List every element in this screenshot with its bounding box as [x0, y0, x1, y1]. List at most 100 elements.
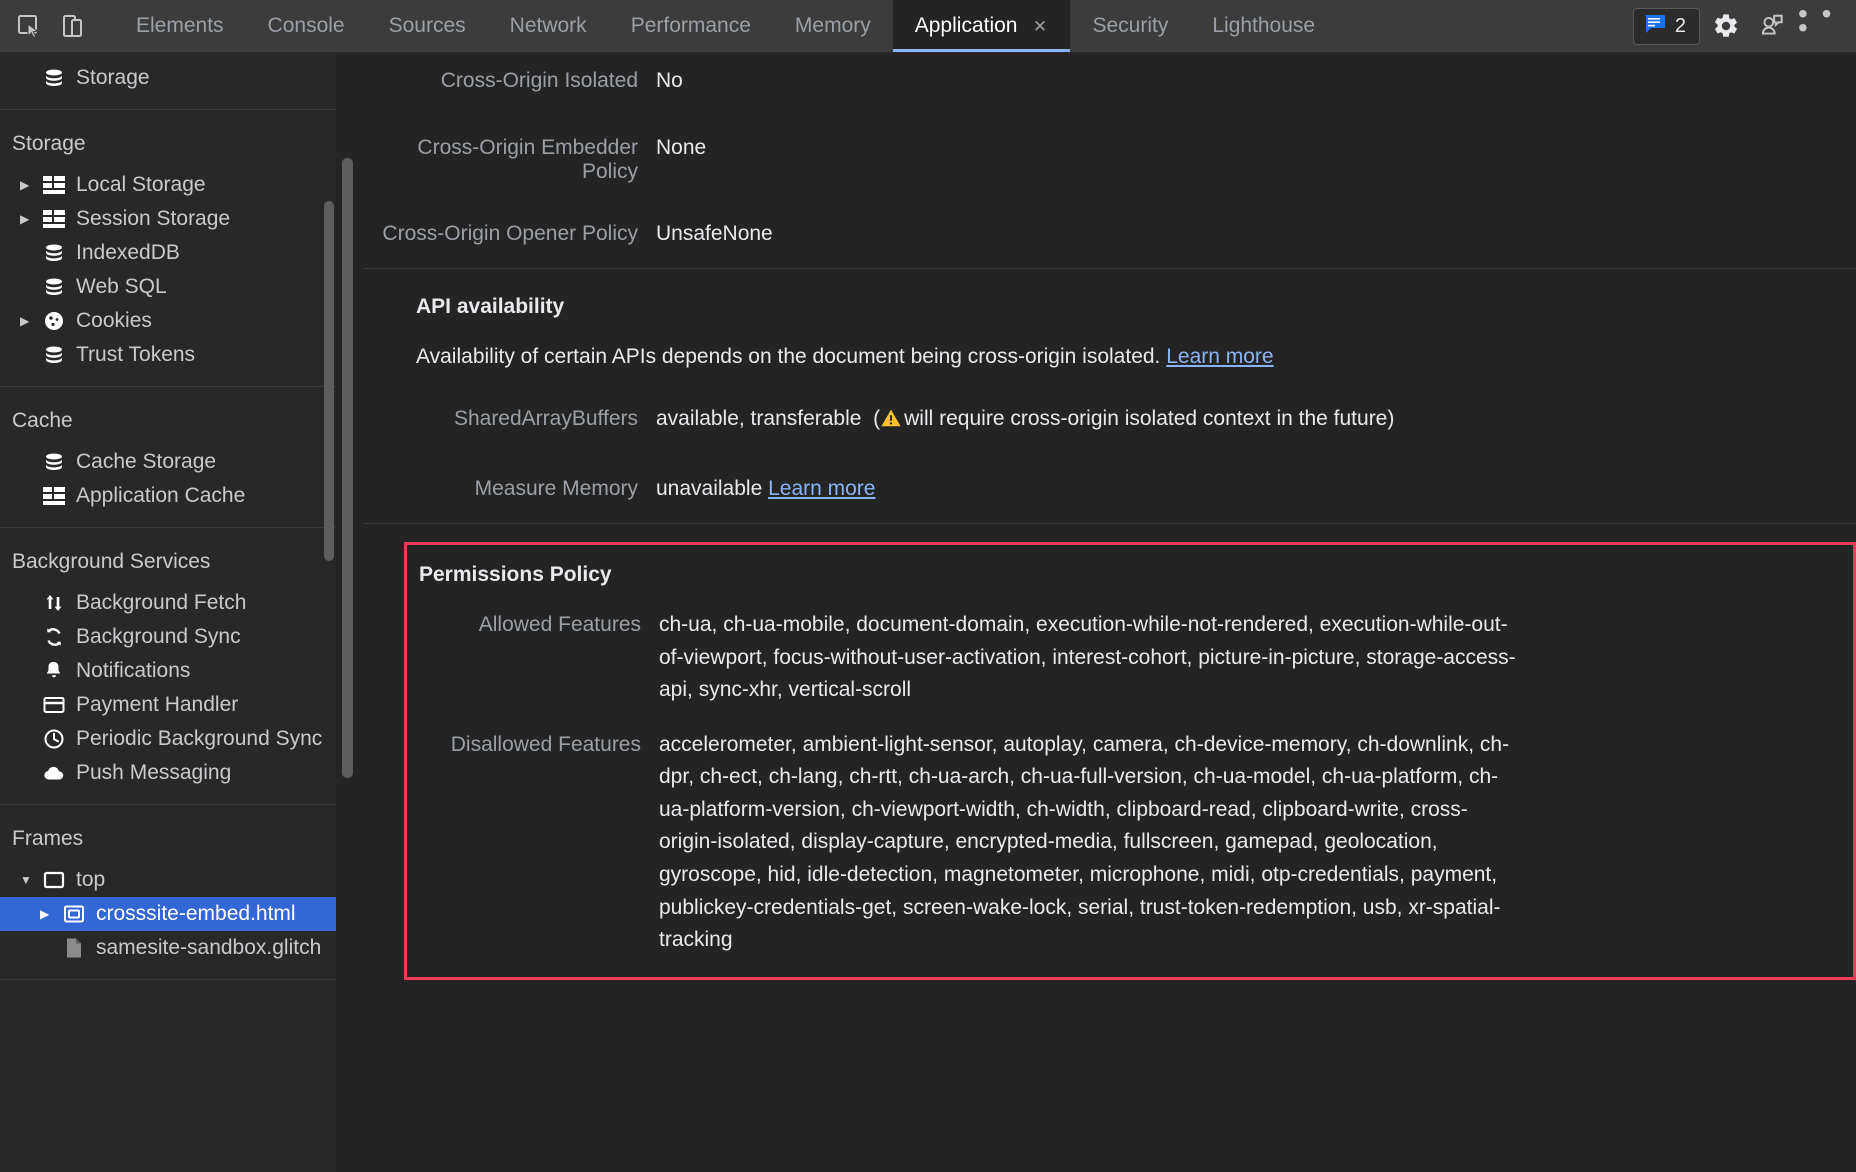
row-value: No	[656, 69, 683, 92]
gear-icon[interactable]	[1706, 6, 1746, 46]
expand-arrow-icon[interactable]: ▶	[20, 178, 40, 192]
updown-arrows-icon	[40, 592, 68, 614]
learn-more-link[interactable]: Learn more	[768, 477, 875, 500]
main-scrollbar[interactable]	[342, 158, 353, 778]
sidebar-section-storage: Storage ▶ Local Storage ▶ Session Storag…	[0, 110, 336, 387]
api-availability-section: API availability Availability of certain…	[364, 269, 1856, 525]
sidebar-item-label: Push Messaging	[76, 761, 232, 784]
sidebar-scrollbar[interactable]	[324, 201, 334, 561]
permissions-policy-highlight-box: Permissions Policy Allowed Features ch-u…	[404, 542, 1856, 980]
row-value: None	[656, 135, 707, 159]
panel-tabs: Elements Console Sources Network Perform…	[114, 0, 1337, 52]
inspect-element-icon[interactable]	[14, 11, 44, 41]
permissions-policy-section: Permissions Policy Allowed Features ch-u…	[364, 542, 1856, 980]
sidebar-item-label: Storage	[76, 66, 150, 89]
row-label: Cross-Origin Isolated	[440, 69, 638, 92]
sidebar-item-application-cache[interactable]: ▶ Application Cache	[0, 479, 336, 513]
tab-label: Memory	[794, 14, 871, 37]
frame-details-content: Cross-Origin Isolated No Cross-Origin Em…	[364, 53, 1856, 1172]
sidebar-item-frame-top[interactable]: ▼ top	[0, 863, 336, 897]
tab-label: Lighthouse	[1212, 14, 1316, 37]
sidebar-item-label: Trust Tokens	[76, 343, 196, 366]
main-scroll-gutter	[336, 53, 364, 1172]
sidebar-item-cache-storage[interactable]: ▶ Cache Storage	[0, 445, 336, 479]
tab-elements[interactable]: Elements	[114, 0, 246, 52]
more-options-icon[interactable]	[1752, 6, 1792, 46]
frame-icon	[40, 869, 68, 891]
sidebar-section-title: Storage	[12, 132, 86, 155]
section-heading: Permissions Policy	[419, 563, 612, 587]
sidebar-item-storage-top[interactable]: ▶ Storage	[0, 61, 336, 95]
sidebar-item-payment-handler[interactable]: ▶ Payment Handler	[0, 688, 336, 722]
sidebar-item-label: Background Sync	[76, 625, 241, 648]
sidebar-item-web-sql[interactable]: ▶ Web SQL	[0, 270, 336, 304]
sab-note-open: (	[873, 407, 881, 431]
sidebar-item-label: Cookies	[76, 309, 152, 332]
database-icon	[40, 242, 68, 264]
sidebar-item-push-messaging[interactable]: ▶ Push Messaging	[0, 756, 336, 790]
sidebar-item-label: Periodic Background Sync	[76, 727, 323, 750]
sidebar-item-frame-crosssite-embed[interactable]: ▶ crosssite-embed.html	[0, 897, 336, 931]
sidebar-item-label: Background Fetch	[76, 591, 247, 614]
security-isolation-section: Cross-Origin Isolated No Cross-Origin Em…	[364, 53, 1856, 270]
sidebar-item-label: Application Cache	[76, 484, 246, 507]
row-cross-origin-embedder-policy: Cross-Origin Embedder Policy None	[364, 98, 1856, 184]
sidebar-item-frame-samesite-sandbox[interactable]: ▶ samesite-sandbox.glitch	[0, 931, 336, 965]
expand-arrow-icon[interactable]: ▶	[40, 907, 60, 921]
sab-value: available, transferable	[656, 407, 862, 431]
row-value: UnsafeNone	[656, 221, 773, 245]
bell-icon	[40, 660, 68, 682]
row-measure-memory: Measure Memory unavailable Learn more	[364, 439, 1856, 506]
sidebar-item-indexeddb[interactable]: ▶ IndexedDB	[0, 236, 336, 270]
sidebar-item-session-storage[interactable]: ▶ Session Storage	[0, 202, 336, 236]
database-icon	[40, 276, 68, 298]
measure-memory-value: unavailable	[656, 476, 769, 500]
sidebar-item-background-fetch[interactable]: ▶ Background Fetch	[0, 586, 336, 620]
tab-security[interactable]: Security	[1070, 0, 1190, 52]
tab-label: Performance	[630, 14, 751, 37]
tab-label: Security	[1092, 14, 1169, 37]
tab-performance[interactable]: Performance	[609, 0, 773, 52]
sidebar-item-local-storage[interactable]: ▶ Local Storage	[0, 168, 336, 202]
toolbar-right-icons: 2 • • •	[1632, 0, 1856, 52]
tab-application[interactable]: Application ✕	[892, 0, 1071, 52]
console-message-badge[interactable]: 2	[1632, 7, 1700, 45]
row-value: accelerometer, ambient-light-sensor, aut…	[659, 732, 1510, 952]
sidebar-item-trust-tokens[interactable]: ▶ Trust Tokens	[0, 338, 336, 372]
row-cross-origin-opener-policy: Cross-Origin Opener Policy UnsafeNone	[364, 184, 1856, 251]
tab-label: Sources	[388, 14, 466, 37]
close-icon[interactable]: ✕	[1031, 18, 1048, 35]
table-icon	[40, 208, 68, 230]
clock-icon	[40, 728, 68, 750]
tab-console[interactable]: Console	[246, 0, 367, 52]
sync-icon	[40, 626, 68, 648]
expand-arrow-icon[interactable]: ▶	[20, 314, 40, 328]
tab-memory[interactable]: Memory	[773, 0, 893, 52]
warning-triangle-icon	[880, 406, 902, 439]
sidebar-item-periodic-background-sync[interactable]: ▶ Periodic Background Sync	[0, 722, 336, 756]
row-label: SharedArrayBuffers	[453, 407, 638, 431]
sidebar-item-label: Payment Handler	[76, 693, 239, 716]
sidebar-item-notifications[interactable]: ▶ Notifications	[0, 654, 336, 688]
tab-sources[interactable]: Sources	[367, 0, 488, 52]
sidebar-item-label: top	[76, 868, 106, 891]
device-toolbar-icon[interactable]	[58, 11, 88, 41]
expand-arrow-icon[interactable]: ▶	[20, 212, 40, 226]
toolbar-left-icons	[0, 0, 96, 52]
section-heading: API availability	[416, 295, 565, 319]
table-icon	[40, 485, 68, 507]
cloud-icon	[40, 762, 68, 784]
sidebar-section-title: Frames	[12, 827, 84, 850]
learn-more-link[interactable]: Learn more	[1166, 345, 1273, 368]
sidebar-item-label: Notifications	[76, 659, 191, 682]
overflow-menu-icon[interactable]: • • •	[1798, 0, 1838, 46]
collapse-arrow-icon[interactable]: ▼	[20, 873, 40, 887]
sidebar-item-background-sync[interactable]: ▶ Background Sync	[0, 620, 336, 654]
tab-network[interactable]: Network	[488, 0, 609, 52]
tab-lighthouse[interactable]: Lighthouse	[1190, 0, 1337, 52]
row-disallowed-features: Disallowed Features accelerometer, ambie…	[407, 707, 1853, 957]
devtools-body: ▶ Storage Storage ▶	[0, 53, 1856, 1172]
row-value: available, transferable (will require cr…	[656, 403, 1414, 439]
sidebar-section-cache: Cache ▶ Cache Storage ▶	[0, 387, 336, 528]
sidebar-item-cookies[interactable]: ▶ Cookies	[0, 304, 336, 338]
